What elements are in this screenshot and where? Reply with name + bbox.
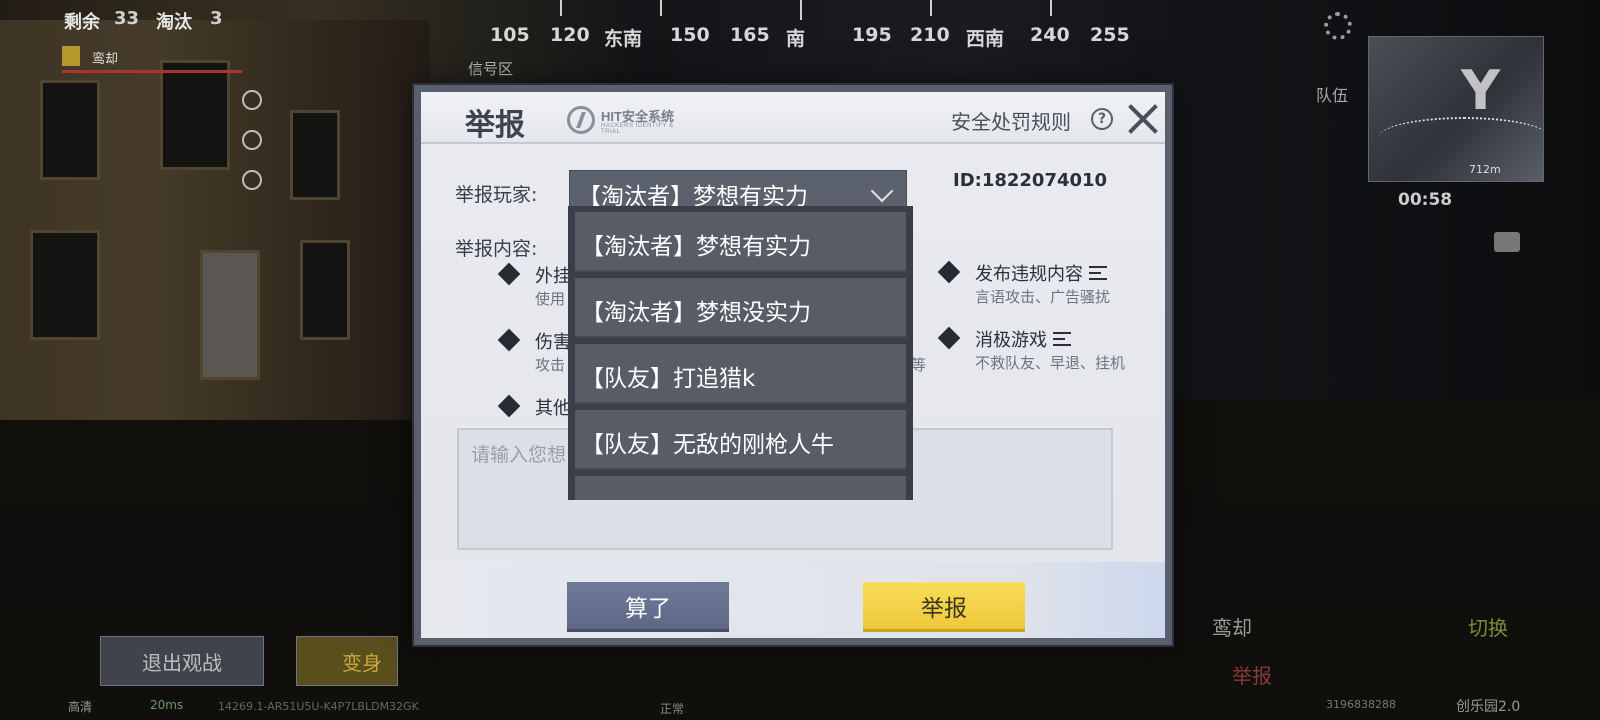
signal-zone-label: 信号区 [468, 60, 514, 78]
dropdown-option[interactable]: 【淘汰者】梦想有实力 [575, 212, 906, 272]
hit-logo-icon [567, 106, 595, 134]
map-distance: 712m [1469, 163, 1501, 176]
dropdown-option-label: 【淘汰者】梦想没实力 [581, 300, 811, 326]
ping-label: 20ms [150, 698, 184, 712]
compass-label: 210 [910, 24, 950, 46]
textarea-placeholder: 请输入您想 [471, 444, 567, 466]
penalty-rules-link[interactable]: 安全处罚规则 [951, 106, 1071, 135]
report-content-label: 举报内容: [455, 238, 538, 260]
spectated-player-name: 鸾却 [1212, 616, 1252, 640]
compass-label: 255 [1090, 24, 1130, 46]
player-id: ID:1822074010 [953, 170, 1108, 191]
lightning-icon [242, 170, 262, 190]
lightning-icon [242, 130, 262, 150]
compass-label: 东南 [604, 28, 643, 50]
help-icon[interactable]: ? [1091, 108, 1113, 130]
health-bar [62, 70, 242, 73]
switch-button[interactable]: 切换 [1468, 612, 1508, 641]
team-player-name: 鸾却 [92, 52, 119, 67]
reason-desc: 使用 [535, 290, 566, 308]
zone-timer: 00:58 [1398, 190, 1453, 210]
eliminated-label: 淘汰 [156, 12, 192, 33]
dropdown-option[interactable]: 【队友】打追猎k [575, 344, 906, 404]
creative-park-button[interactable]: 创乐园2.0 [1456, 696, 1520, 716]
team-label: 队伍 [1316, 86, 1349, 105]
minimap-landmark: Y [1461, 59, 1501, 122]
dialog-title: 举报 [465, 108, 525, 143]
transform-label: 变身 [342, 650, 382, 675]
compass-label: 南 [786, 28, 806, 50]
dialog-header: 举报 HIT安全系统 HACKERS IDENTIFY & TRIAL 安全处罚… [421, 92, 1165, 144]
compass-tick [800, 0, 802, 20]
compass-label: 150 [670, 24, 710, 46]
compass-tick [1050, 0, 1052, 16]
gear-icon[interactable] [1324, 12, 1352, 40]
report-player-label: 举报玩家: [455, 184, 538, 206]
reason-desc-tail: 等 [911, 356, 927, 374]
compass-label: 120 [550, 24, 590, 46]
cancel-button[interactable]: 算了 [567, 582, 729, 632]
bottom-id: 3196838288 [1326, 698, 1396, 711]
exit-spectate-button[interactable]: 退出观战 [100, 636, 264, 686]
reason-title: 其他 [535, 398, 571, 419]
diamond-icon [497, 394, 521, 418]
reason-title: 消极游戏 [975, 330, 1047, 351]
quality-label: 高清 [68, 700, 93, 714]
diamond-icon [497, 328, 521, 352]
team-slot-badge [62, 46, 80, 66]
lightning-icon [242, 90, 262, 110]
dropdown-option-label: 【队友】打追猎k [581, 366, 756, 392]
dropdown-option[interactable]: 【队友】无敌的刚枪人牛 [575, 410, 906, 470]
dropdown-option-partial[interactable] [575, 476, 906, 500]
list-icon[interactable] [1089, 266, 1107, 280]
remaining-count: 33 [114, 8, 140, 29]
compass-label: 195 [852, 24, 892, 46]
diamond-icon [937, 326, 961, 350]
compass-tick [560, 0, 562, 16]
chat-icon[interactable] [1494, 232, 1520, 252]
eliminated-count: 3 [210, 8, 223, 29]
compass-label: 165 [730, 24, 770, 46]
reason-title: 外挂 [535, 266, 571, 287]
diamond-icon [497, 262, 521, 286]
player-dropdown-list[interactable]: 【淘汰者】梦想有实力 【淘汰者】梦想没实力 【队友】打追猎k 【队友】无敌的刚枪… [568, 206, 913, 500]
dropdown-option[interactable]: 【淘汰者】梦想没实力 [575, 278, 906, 338]
brand-subtitle: HACKERS IDENTIFY & TRIAL [601, 123, 674, 135]
dropdown-option-label: 【队友】无敌的刚枪人牛 [581, 432, 834, 458]
reason-title: 发布违规内容 [975, 264, 1083, 285]
reason-title: 伤害 [535, 332, 571, 353]
report-hud-button[interactable]: 举报 [1232, 660, 1272, 689]
compass-label: 西南 [966, 28, 1005, 50]
minimap-road [1379, 117, 1543, 157]
reason-desc: 攻击 [535, 356, 566, 374]
submit-report-button[interactable]: 举报 [863, 582, 1025, 632]
compass-tick [660, 0, 662, 16]
dropdown-option-label: 【淘汰者】梦想有实力 [581, 234, 811, 260]
list-icon[interactable] [1053, 332, 1071, 346]
compass-tick [930, 0, 932, 16]
compass-label: 240 [1030, 24, 1070, 46]
status-label: 正常 [660, 702, 685, 716]
chevron-down-icon [870, 179, 898, 205]
remaining-label: 剩余 [64, 12, 100, 33]
exit-spectate-label: 退出观战 [142, 650, 222, 675]
reason-desc: 言语攻击、广告骚扰 [975, 288, 1111, 306]
team-member-row: 鸾却 [62, 46, 242, 73]
diamond-icon [937, 260, 961, 284]
reason-desc: 不救队友、早退、挂机 [975, 354, 1126, 372]
build-id: 14269.1-AR51U5U-K4P7LBLDM32GK [218, 700, 419, 713]
dialog-footer [421, 562, 1165, 638]
close-icon[interactable] [1125, 100, 1161, 136]
compass-label: 105 [490, 24, 530, 46]
minimap[interactable]: Y 712m [1368, 36, 1544, 182]
transform-button[interactable]: 变身 [296, 636, 398, 686]
hit-brand: HIT安全系统 HACKERS IDENTIFY & TRIAL [567, 104, 687, 136]
